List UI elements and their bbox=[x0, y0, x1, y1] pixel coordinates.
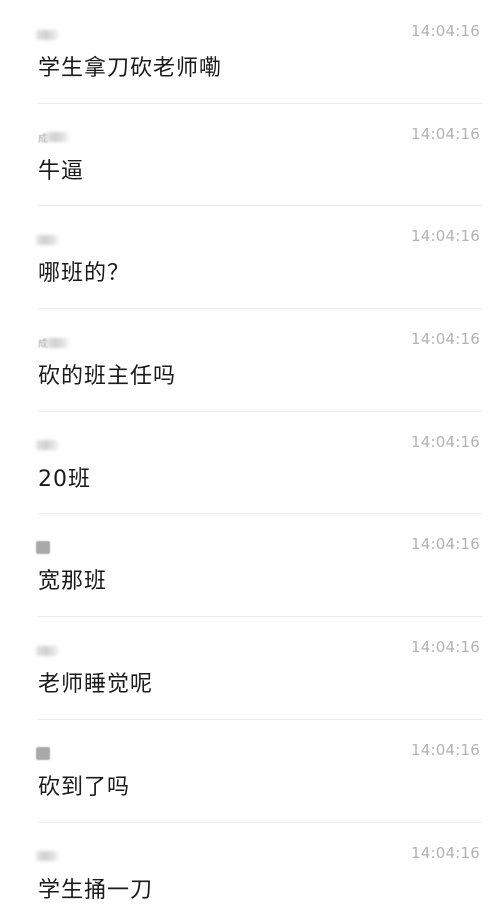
sender-name bbox=[38, 439, 60, 452]
message-text: 砍到了吗 bbox=[38, 769, 130, 801]
redacted-sender-icon bbox=[36, 30, 60, 40]
message-text: 砍的班主任吗 bbox=[38, 358, 176, 390]
sender-name bbox=[38, 28, 60, 41]
sender-name bbox=[38, 850, 60, 863]
message-item[interactable]: 14:04:16 学生拿刀砍老师嘞 bbox=[0, 0, 500, 103]
message-item[interactable]: 成 14:04:16 牛逼 bbox=[0, 103, 500, 206]
message-item[interactable]: 成 14:04:16 砍的班主任吗 bbox=[0, 308, 500, 411]
message-time: 14:04:16 bbox=[411, 433, 480, 451]
message-time: 14:04:16 bbox=[411, 22, 480, 40]
message-time: 14:04:16 bbox=[411, 741, 480, 759]
redacted-sender-icon bbox=[46, 132, 70, 142]
message-item[interactable]: 14:04:16 学生捅一刀 bbox=[0, 822, 500, 924]
redacted-sender-icon bbox=[46, 338, 70, 348]
redacted-sender-icon bbox=[36, 851, 60, 861]
message-time: 14:04:16 bbox=[411, 638, 480, 656]
redacted-sender-icon bbox=[36, 235, 60, 245]
message-time: 14:04:16 bbox=[411, 844, 480, 862]
message-time: 14:04:16 bbox=[411, 330, 480, 348]
message-time: 14:04:16 bbox=[411, 125, 480, 143]
message-item[interactable]: 14:04:16 老师睡觉呢 bbox=[0, 616, 500, 719]
message-item[interactable]: 14:04:16 20班 bbox=[0, 411, 500, 514]
redacted-sender-icon bbox=[36, 747, 50, 760]
sender-name: 成 bbox=[38, 131, 70, 144]
message-list: 14:04:16 学生拿刀砍老师嘞 成 14:04:16 牛逼 14:04:16… bbox=[0, 0, 500, 924]
message-item[interactable]: 14:04:16 哪班的？ bbox=[0, 205, 500, 308]
sender-name bbox=[38, 747, 50, 760]
sender-name bbox=[38, 644, 60, 657]
sender-name: 成 bbox=[38, 336, 70, 349]
message-item[interactable]: 14:04:16 砍到了吗 bbox=[0, 719, 500, 822]
message-text: 哪班的？ bbox=[38, 255, 130, 287]
message-text: 牛逼 bbox=[38, 153, 84, 185]
message-text: 20班 bbox=[38, 461, 91, 493]
message-text: 学生拿刀砍老师嘞 bbox=[38, 50, 222, 82]
redacted-sender-icon bbox=[36, 646, 60, 656]
message-time: 14:04:16 bbox=[411, 227, 480, 245]
message-text: 老师睡觉呢 bbox=[38, 666, 153, 698]
sender-name bbox=[38, 233, 60, 246]
message-text: 学生捅一刀 bbox=[38, 872, 153, 904]
message-item[interactable]: 14:04:16 宽那班 bbox=[0, 513, 500, 616]
sender-name bbox=[38, 541, 50, 554]
redacted-sender-icon bbox=[36, 541, 50, 554]
redacted-sender-icon bbox=[36, 440, 60, 450]
message-time: 14:04:16 bbox=[411, 535, 480, 553]
message-text: 宽那班 bbox=[38, 563, 107, 595]
